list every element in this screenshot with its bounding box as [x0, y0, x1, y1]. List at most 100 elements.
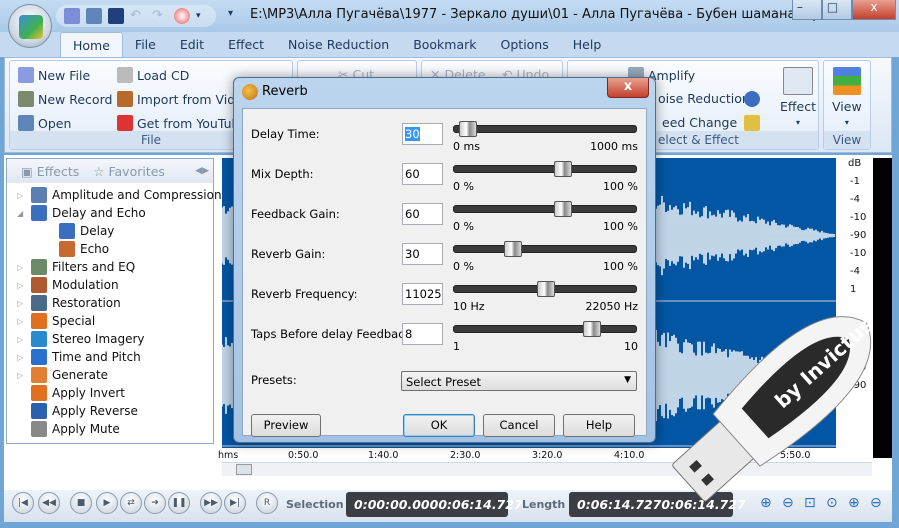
effect-button[interactable]: Effect ▾ [780, 67, 816, 127]
presets-dropdown[interactable]: Select Preset ▼ [401, 371, 637, 391]
tab-favorites[interactable]: ☆ Favorites [93, 164, 165, 179]
param-input[interactable]: 8 [402, 323, 443, 345]
rewind-button[interactable]: ◀◀ [38, 492, 60, 514]
preview-button[interactable]: Preview [251, 414, 321, 437]
chevron-down-icon: ▼ [624, 375, 631, 385]
burn-cd-icon[interactable] [174, 8, 190, 24]
slider-thumb[interactable] [537, 281, 555, 297]
noise-reduction-button[interactable]: oise Reduction [658, 91, 750, 106]
db-tick: -10 [850, 212, 867, 223]
save-icon[interactable] [108, 8, 124, 24]
expand-icon[interactable]: ▷ [17, 299, 26, 308]
youtube-button[interactable]: Get from YouTube [117, 115, 247, 131]
tree-item[interactable]: ▷ Time and Pitch [17, 349, 141, 365]
app-menu-button[interactable] [8, 4, 52, 48]
chevron-down-icon[interactable]: ▾ [196, 11, 201, 25]
tree-item[interactable]: ▷ Modulation [17, 277, 119, 293]
param-slider[interactable] [453, 121, 637, 137]
go-start-button[interactable]: |◀ [12, 492, 34, 514]
help-button[interactable]: Help [563, 414, 635, 437]
expand-icon[interactable]: ▷ [17, 263, 26, 272]
tree-item[interactable]: ▷ Restoration [17, 295, 121, 311]
open-button[interactable]: Open [18, 115, 71, 131]
slider-thumb[interactable] [458, 121, 477, 137]
slider-thumb[interactable] [503, 241, 522, 257]
scroll-thumb[interactable] [236, 464, 252, 475]
collapse-icon[interactable]: ◢ [17, 209, 26, 218]
tree-item[interactable]: Delay [45, 223, 114, 239]
customize-qat-icon[interactable]: ▾ [228, 8, 233, 19]
tab-file[interactable]: File [123, 32, 168, 57]
tab-home[interactable]: Home [60, 32, 123, 57]
tree-item[interactable]: Apply Mute [17, 421, 120, 437]
param-input[interactable]: 11025 [402, 283, 443, 305]
play-selection-button[interactable]: ➜ [144, 492, 166, 514]
tree-item[interactable]: ▷ Generate [17, 367, 108, 383]
tree-item[interactable]: ▷ Amplitude and Compression [17, 187, 222, 203]
minimize-button[interactable]: – [792, 0, 822, 20]
dialog-close-button[interactable]: x [607, 78, 649, 98]
tab-help[interactable]: Help [561, 32, 614, 57]
expand-icon[interactable]: ▷ [17, 371, 26, 380]
view-button[interactable]: View ▾ [832, 67, 862, 127]
expand-icon[interactable]: ▷ [17, 317, 26, 326]
loop-button[interactable]: ⇄ [120, 492, 142, 514]
waveform-icon[interactable] [744, 115, 760, 131]
undo-icon[interactable]: ↶ [130, 8, 146, 24]
panel-toggle-button[interactable]: ◀▶ [195, 166, 209, 176]
maximize-button[interactable]: □ [822, 0, 852, 20]
expand-icon[interactable]: ▷ [17, 335, 26, 344]
slider-thumb[interactable] [553, 201, 572, 217]
param-input[interactable]: 60 [402, 163, 443, 185]
tab-options[interactable]: Options [489, 32, 561, 57]
load-cd-button[interactable]: Load CD [117, 67, 189, 83]
new-record-button[interactable]: New Record [18, 91, 112, 107]
ok-button[interactable]: OK [403, 414, 475, 437]
tree-item[interactable]: ▷ Stereo Imagery [17, 331, 145, 347]
param-slider[interactable] [453, 161, 637, 177]
tree-item[interactable]: ▷ Special [17, 313, 95, 329]
forward-button[interactable]: ▶▶ [200, 492, 222, 514]
title-bar: ↶ ↷ ▾ ▾ E:\MP3\Алла Пугачёва\1977 - Зерк… [0, 0, 899, 32]
slider-thumb[interactable] [583, 321, 602, 337]
tree-item[interactable]: Apply Invert [17, 385, 125, 401]
clock-icon[interactable] [744, 91, 760, 107]
effect-icon [31, 313, 47, 329]
effect-icon [31, 331, 47, 347]
tab-effect[interactable]: Effect [216, 32, 276, 57]
effect-icon [59, 223, 75, 239]
play-button[interactable]: ▶ [96, 492, 118, 514]
open-icon[interactable] [86, 8, 102, 24]
tree-item[interactable]: Echo [45, 241, 109, 257]
cancel-button[interactable]: Cancel [483, 414, 555, 437]
param-slider[interactable] [453, 321, 637, 337]
pause-button[interactable]: ❚❚ [168, 492, 190, 514]
stop-button[interactable]: ■ [70, 492, 92, 514]
param-input[interactable]: 30 [402, 243, 443, 265]
new-file-icon[interactable] [64, 8, 80, 24]
dialog-body: Delay Time: 30 0 ms 1000 ms Mix Depth: 6… [242, 108, 647, 437]
tree-item[interactable]: ◢ Delay and Echo [17, 205, 146, 221]
new-file-button[interactable]: New File [18, 67, 90, 83]
slider-thumb[interactable] [553, 161, 572, 177]
param-slider[interactable] [453, 281, 637, 297]
expand-icon[interactable]: ▷ [17, 353, 26, 362]
param-slider[interactable] [453, 241, 637, 257]
import-video-button[interactable]: Import from Video [117, 91, 251, 107]
speed-change-button[interactable]: eed Change [662, 115, 737, 130]
param-input[interactable]: 30 [402, 123, 443, 145]
expand-icon[interactable]: ▷ [17, 281, 26, 290]
expand-icon[interactable]: ▷ [17, 191, 26, 200]
tab-effects[interactable]: ▣ Effects [21, 164, 79, 179]
tree-item[interactable]: ▷ Filters and EQ [17, 259, 135, 275]
tab-bookmark[interactable]: Bookmark [401, 32, 488, 57]
close-button[interactable]: x [852, 0, 896, 20]
redo-icon[interactable]: ↷ [152, 8, 168, 24]
param-slider[interactable] [453, 201, 637, 217]
go-end-button[interactable]: ▶| [224, 492, 246, 514]
param-input[interactable]: 60 [402, 203, 443, 225]
record-button[interactable]: R [256, 492, 278, 514]
tab-edit[interactable]: Edit [168, 32, 216, 57]
tree-item[interactable]: Apply Reverse [17, 403, 138, 419]
tab-noise-reduction[interactable]: Noise Reduction [276, 32, 401, 57]
